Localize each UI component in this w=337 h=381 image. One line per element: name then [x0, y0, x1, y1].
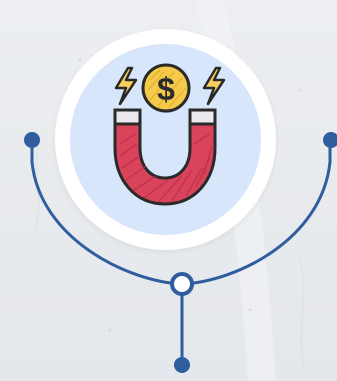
- dollar-coin-icon: $: [141, 63, 191, 113]
- lightning-bolt-icon-left: [114, 66, 138, 106]
- connector-node-center: [170, 272, 194, 296]
- dollar-sign: $: [157, 71, 175, 107]
- connector-node-right: [323, 132, 337, 148]
- connector-node-left: [24, 132, 40, 148]
- connector-node-bottom: [174, 357, 190, 373]
- magnet-icon-body: [113, 108, 217, 206]
- magnet-icon: $: [113, 63, 226, 206]
- lightning-bolt-icon-right: [202, 66, 226, 106]
- infographic-step-panel: $: [0, 0, 337, 381]
- magnet-tip-left: [113, 108, 142, 126]
- magnet-tip-right: [188, 108, 217, 126]
